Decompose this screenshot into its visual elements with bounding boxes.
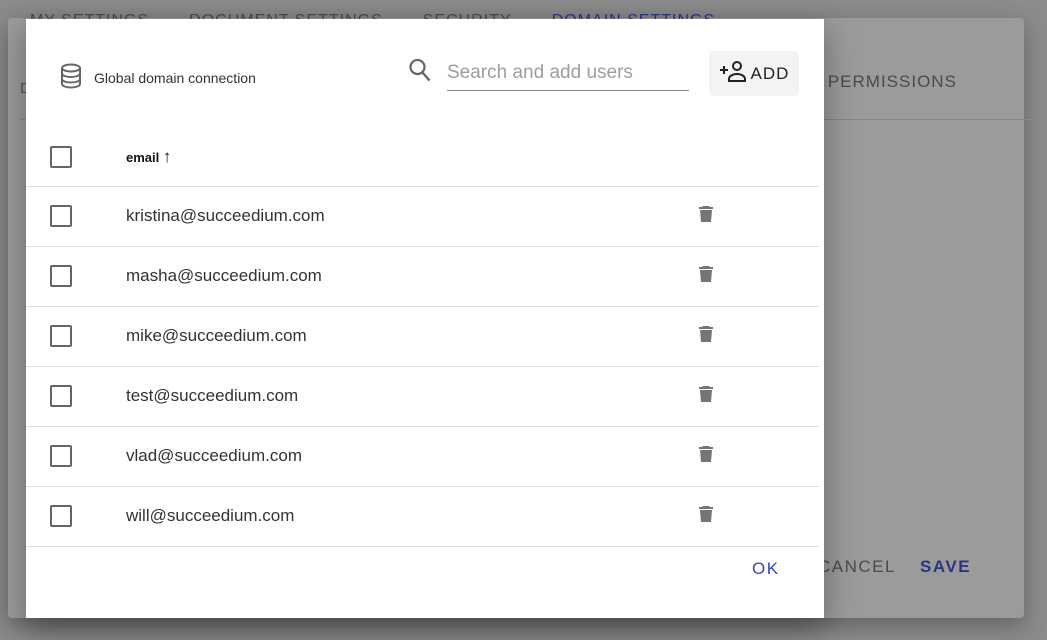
background-permissions-tab: ◷PERMISSIONS bbox=[810, 72, 957, 92]
search-icon bbox=[408, 57, 432, 88]
users-dialog: Global domain connection ADD email ↑ kri… bbox=[26, 19, 824, 618]
row-checkbox[interactable] bbox=[50, 445, 72, 467]
permissions-label: PERMISSIONS bbox=[827, 72, 957, 91]
add-person-icon bbox=[719, 59, 749, 88]
email-cell: will@succeedium.com bbox=[126, 486, 699, 547]
table-row: masha@succeedium.com bbox=[26, 246, 819, 307]
connection-info: Global domain connection bbox=[60, 63, 256, 92]
delete-icon[interactable] bbox=[699, 385, 713, 406]
connection-label: Global domain connection bbox=[94, 69, 256, 86]
add-label: ADD bbox=[750, 63, 790, 83]
delete-icon[interactable] bbox=[699, 445, 713, 466]
delete-icon[interactable] bbox=[699, 505, 713, 526]
table-row: test@succeedium.com bbox=[26, 366, 819, 427]
email-cell: masha@succeedium.com bbox=[126, 246, 699, 307]
delete-icon[interactable] bbox=[699, 265, 713, 286]
row-checkbox[interactable] bbox=[50, 265, 72, 287]
email-cell: vlad@succeedium.com bbox=[126, 426, 699, 487]
sort-ascending-icon: ↑ bbox=[162, 147, 172, 167]
ok-button[interactable]: OK bbox=[752, 559, 780, 579]
database-icon bbox=[60, 63, 82, 92]
email-header-label: email bbox=[126, 150, 160, 166]
background-save-button: SAVE bbox=[920, 557, 972, 576]
email-cell: mike@succeedium.com bbox=[126, 306, 699, 367]
add-user-button[interactable]: ADD bbox=[709, 51, 799, 96]
row-checkbox[interactable] bbox=[50, 325, 72, 347]
email-column-header[interactable]: email ↑ bbox=[126, 129, 699, 187]
delete-icon[interactable] bbox=[699, 325, 713, 346]
table-row: will@succeedium.com bbox=[26, 486, 819, 547]
email-cell: test@succeedium.com bbox=[126, 366, 699, 427]
row-checkbox[interactable] bbox=[50, 205, 72, 227]
email-cell: kristina@succeedium.com bbox=[126, 186, 699, 247]
users-table: email ↑ kristina@succeedium.com masha@su… bbox=[26, 129, 819, 547]
row-checkbox[interactable] bbox=[50, 505, 72, 527]
row-checkbox[interactable] bbox=[50, 385, 72, 407]
table-header-row: email ↑ bbox=[26, 129, 819, 187]
table-row: mike@succeedium.com bbox=[26, 306, 819, 367]
dialog-header: Global domain connection ADD bbox=[26, 19, 824, 129]
delete-icon[interactable] bbox=[699, 205, 713, 226]
select-all-checkbox[interactable] bbox=[50, 146, 72, 169]
table-row: vlad@succeedium.com bbox=[26, 426, 819, 487]
table-row: kristina@succeedium.com bbox=[26, 186, 819, 247]
search-users-input[interactable] bbox=[447, 55, 689, 91]
background-cancel-button: CANCEL bbox=[818, 557, 896, 576]
